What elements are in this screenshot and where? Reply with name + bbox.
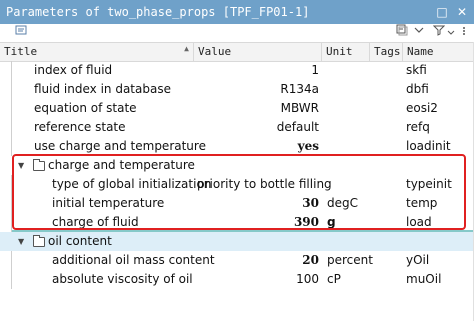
filter-icon[interactable] <box>432 24 446 42</box>
row-value[interactable]: priority to bottle filling <box>197 175 332 194</box>
row-name: typeinit <box>406 177 452 191</box>
table-row[interactable]: absolute viscosity of oil 100 cP muOil <box>0 270 474 289</box>
row-name: refq <box>406 120 430 134</box>
row-name: muOil <box>406 272 442 286</box>
selection-underline <box>12 230 474 232</box>
properties-icon[interactable] <box>14 24 28 42</box>
column-header-title[interactable]: ▲ Title <box>0 43 194 61</box>
row-value[interactable]: 1 <box>197 61 319 80</box>
column-header-unit[interactable]: Unit <box>322 43 370 61</box>
row-value[interactable]: R134a <box>197 80 319 99</box>
row-value[interactable]: 20 <box>197 251 319 270</box>
column-value-label: Value <box>198 45 232 58</box>
row-value[interactable]: 100 <box>197 270 319 289</box>
row-name: skfi <box>406 63 427 77</box>
table-row[interactable]: additional oil mass content 20 percent y… <box>0 251 474 270</box>
table-row[interactable]: index of fluid 1 skfi <box>0 61 474 80</box>
view-menu-icon[interactable] <box>458 24 470 42</box>
maximize-icon[interactable]: □ <box>432 0 452 24</box>
window-titlebar: Parameters of two_phase_props [TPF_FP01-… <box>0 0 474 24</box>
row-value[interactable]: yes <box>197 137 319 156</box>
table-header: ▲ Title Value Unit Tags Name <box>0 42 474 62</box>
row-value[interactable]: MBWR <box>197 99 319 118</box>
row-name: temp <box>406 196 438 210</box>
column-tags-label: Tags <box>374 45 401 58</box>
folder-icon <box>33 235 45 247</box>
row-title: use charge and temperature <box>34 139 206 153</box>
row-unit: cP <box>327 272 341 286</box>
column-header-name[interactable]: Name <box>403 43 474 61</box>
row-title: type of global initialization <box>52 177 212 191</box>
column-header-tags[interactable]: Tags <box>370 43 403 61</box>
expand-chevron-icon[interactable]: ▼ <box>18 232 24 251</box>
table-row[interactable]: use charge and temperature yes loadinit <box>0 137 474 156</box>
table-row[interactable]: equation of state MBWR eosi2 <box>0 99 474 118</box>
window-title: Parameters of two_phase_props [TPF_FP01-… <box>6 5 310 19</box>
group-title: oil content <box>48 234 112 248</box>
row-value[interactable]: 30 <box>197 194 319 213</box>
row-value[interactable]: default <box>197 118 319 137</box>
row-unit: degC <box>327 196 358 210</box>
row-name: yOil <box>406 253 430 267</box>
row-name: eosi2 <box>406 101 438 115</box>
column-title-label: Title <box>4 45 38 58</box>
column-unit-label: Unit <box>326 45 353 58</box>
row-title: index of fluid <box>34 63 113 77</box>
column-header-value[interactable]: Value <box>194 43 322 61</box>
row-title: additional oil mass content <box>52 253 215 267</box>
table-row[interactable]: reference state default refq <box>0 118 474 137</box>
row-title: reference state <box>34 120 126 134</box>
filter-menu-icon[interactable] <box>446 24 456 42</box>
expand-icon[interactable] <box>412 24 426 42</box>
group-row-charge-and-temperature[interactable]: ▼ charge and temperature <box>0 156 474 175</box>
folder-icon <box>33 159 45 171</box>
row-title: initial temperature <box>52 196 165 210</box>
toolbar <box>0 24 474 42</box>
collapse-all-icon[interactable] <box>395 24 409 42</box>
row-name: loadinit <box>406 139 451 153</box>
sort-up-icon: ▲ <box>184 44 189 53</box>
group-row-oil-content[interactable]: ▼ oil content <box>0 232 474 251</box>
row-title: equation of state <box>34 101 137 115</box>
column-name-label: Name <box>407 45 434 58</box>
row-unit: percent <box>327 253 373 267</box>
parameter-tree: index of fluid 1 skfi fluid index in dat… <box>0 61 474 321</box>
expand-chevron-icon[interactable]: ▼ <box>18 156 24 175</box>
table-row[interactable]: type of global initialization priority t… <box>0 175 474 194</box>
row-title: absolute viscosity of oil <box>52 272 193 286</box>
group-title: charge and temperature <box>48 158 195 172</box>
table-row[interactable]: initial temperature 30 degC temp <box>0 194 474 213</box>
row-title: fluid index in database <box>34 82 171 96</box>
table-row[interactable]: fluid index in database R134a dbfi <box>0 80 474 99</box>
close-icon[interactable]: ✕ <box>452 0 472 24</box>
row-name: dbfi <box>406 82 429 96</box>
